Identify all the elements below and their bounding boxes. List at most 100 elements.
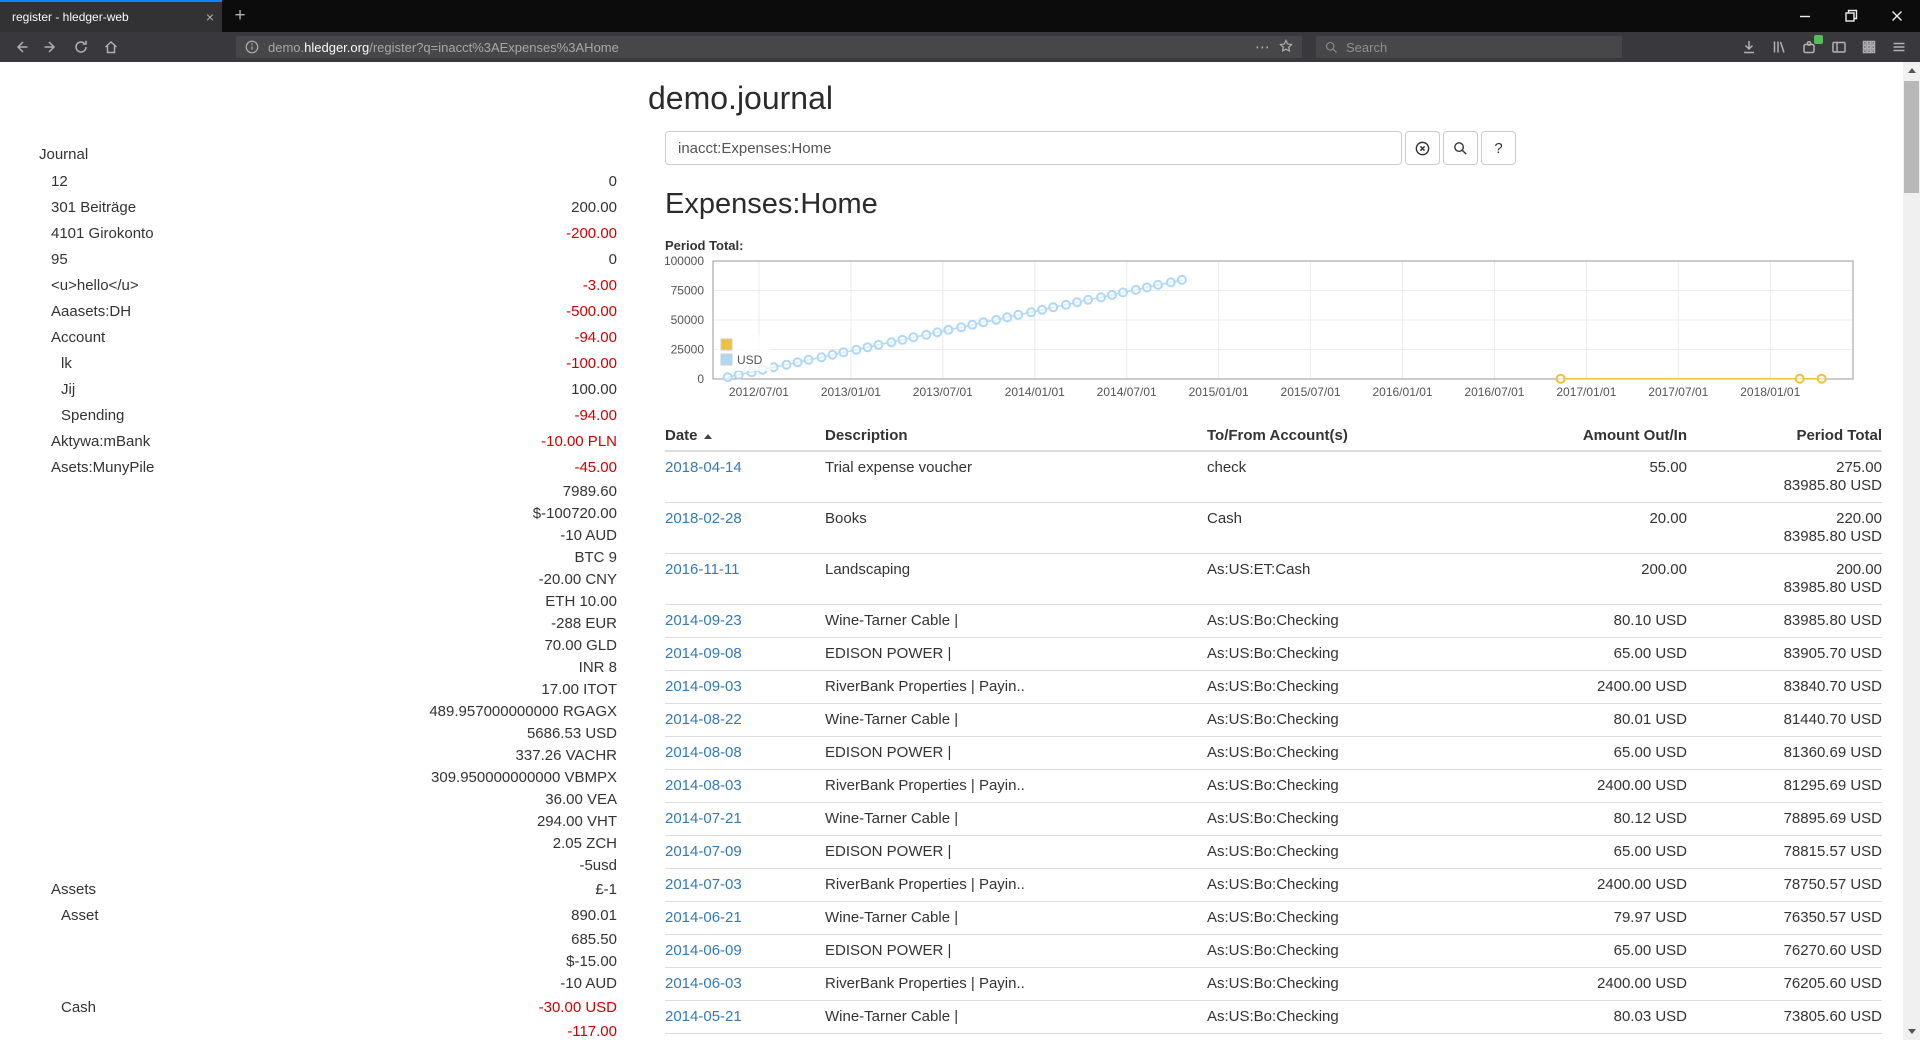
page-scrollbar[interactable]	[1903, 62, 1920, 1040]
transaction-date-link[interactable]: 2014-09-08	[665, 645, 742, 662]
browser-search-box[interactable]: Search	[1316, 36, 1622, 58]
search-icon	[1452, 140, 1469, 157]
transaction-date-link[interactable]: 2014-07-21	[665, 810, 742, 827]
menu-icon[interactable]	[1884, 34, 1914, 60]
sidebar-account-list: 120301 Beiträge200.004101 Girokonto-200.…	[37, 168, 617, 1040]
transaction-date-link[interactable]: 2014-08-08	[665, 744, 742, 761]
back-button[interactable]	[6, 34, 36, 60]
clear-query-button[interactable]	[1405, 131, 1440, 165]
sidebar-toggle-icon[interactable]	[1824, 34, 1854, 60]
account-balance: 337.26 VACHR	[516, 747, 617, 764]
search-button[interactable]	[1443, 131, 1478, 165]
scrollbar-up-arrow[interactable]	[1903, 62, 1920, 79]
table-column-header: Amount Out/In	[1507, 421, 1687, 451]
account-link[interactable]: 95	[37, 251, 68, 268]
svg-text:75000: 75000	[671, 284, 705, 298]
transaction-date-link[interactable]: 2018-02-28	[665, 510, 742, 527]
extension-icon[interactable]	[1794, 34, 1824, 60]
sidebar-item-journal[interactable]: Journal	[39, 140, 617, 168]
new-tab-button[interactable]: +	[222, 0, 258, 32]
transaction-date-link[interactable]: 2014-07-03	[665, 876, 742, 893]
account-link[interactable]: Jij	[37, 381, 75, 398]
transaction-description: Trial expense voucher	[825, 451, 1207, 503]
bookmark-star-icon[interactable]	[1278, 38, 1294, 57]
minimize-button[interactable]	[1782, 0, 1828, 32]
transaction-period-total: 73725.57 USD	[1687, 1034, 1882, 1040]
account-balance: ETH 10.00	[545, 593, 617, 610]
svg-text:50000: 50000	[671, 313, 705, 327]
browser-tab[interactable]: register - hledger-web ×	[0, 0, 222, 32]
transaction-date-link[interactable]: 2014-07-09	[665, 843, 742, 860]
account-link[interactable]: Aaasets:DH	[37, 303, 131, 320]
close-window-button[interactable]	[1874, 0, 1920, 32]
account-link[interactable]: Spending	[37, 407, 124, 424]
transaction-date-cell: 2014-08-03	[665, 770, 825, 803]
library-icon[interactable]	[1764, 34, 1794, 60]
transaction-date-link[interactable]: 2014-08-03	[665, 777, 742, 794]
account-link[interactable]: 301 Beiträge	[37, 199, 136, 216]
transaction-description: RiverBank Properties | Payin..	[825, 968, 1207, 1001]
account-link[interactable]: Asset	[37, 907, 99, 924]
transaction-date-link[interactable]: 2014-05-21	[665, 1008, 742, 1025]
toolbar-right-icons	[1734, 34, 1914, 60]
scrollbar-thumb[interactable]	[1904, 81, 1919, 193]
period-total-line: 76205.60 USD	[1687, 975, 1882, 993]
table-column-header[interactable]: Date	[665, 421, 825, 451]
scrollbar-down-arrow[interactable]	[1903, 1023, 1920, 1040]
svg-text:2016/07/01: 2016/07/01	[1464, 385, 1524, 399]
svg-text:USD: USD	[737, 353, 763, 367]
account-link[interactable]: Account	[37, 329, 105, 346]
help-button[interactable]: ?	[1481, 131, 1516, 165]
account-link[interactable]: Assets	[37, 881, 96, 898]
account-link[interactable]: 12	[37, 173, 68, 190]
transaction-amount: 200.00	[1507, 554, 1687, 605]
reload-button[interactable]	[66, 34, 96, 60]
account-balance: 309.950000000000 VBMPX	[431, 769, 617, 786]
transaction-date-link[interactable]: 2014-06-03	[665, 975, 742, 992]
tab-close-icon[interactable]: ×	[206, 9, 214, 25]
sidebar-account-row: <u>hello</u>-3.00	[37, 272, 617, 298]
restore-button[interactable]	[1828, 0, 1874, 32]
account-link[interactable]: 4101 Girokonto	[37, 225, 154, 242]
register-row: 2014-08-08EDISON POWER |As:US:Bo:Checkin…	[665, 737, 1882, 770]
transaction-date-link[interactable]: 2018-04-14	[665, 459, 742, 476]
account-link[interactable]: lk	[37, 355, 72, 372]
transaction-date-link[interactable]: 2014-09-23	[665, 612, 742, 629]
forward-button[interactable]	[36, 34, 66, 60]
apps-grid-icon[interactable]	[1854, 34, 1884, 60]
transaction-amount: 79.97 USD	[1507, 902, 1687, 935]
register-table: DateDescriptionTo/From Account(s)Amount …	[665, 421, 1882, 1040]
transaction-date-link[interactable]: 2014-09-03	[665, 678, 742, 695]
transaction-date-cell: 2014-09-03	[665, 671, 825, 704]
account-link[interactable]: Aktywa:mBank	[37, 433, 150, 450]
account-balance: 36.00 VEA	[545, 791, 617, 808]
register-table-body: 2018-04-14Trial expense vouchercheck55.0…	[665, 451, 1882, 1040]
transaction-date-link[interactable]: 2016-11-11	[665, 561, 740, 578]
transaction-period-total: 78750.57 USD	[1687, 869, 1882, 902]
tab-title: register - hledger-web	[12, 10, 198, 24]
page-actions-icon[interactable]: ⋯	[1255, 38, 1270, 56]
site-info-icon[interactable]	[244, 39, 260, 55]
account-balance: $-15.00	[566, 953, 617, 970]
downloads-icon[interactable]	[1734, 34, 1764, 60]
transaction-date-link[interactable]: 2014-06-21	[665, 909, 742, 926]
register-table-header-row: DateDescriptionTo/From Account(s)Amount …	[665, 421, 1882, 451]
transaction-date-cell: 2014-06-21	[665, 902, 825, 935]
period-total-line: 83840.70 USD	[1687, 678, 1882, 696]
home-button[interactable]	[96, 34, 126, 60]
transaction-date-link[interactable]: 2014-08-22	[665, 711, 742, 728]
account-link[interactable]: Asets:MunyPile	[37, 459, 154, 476]
transaction-date-link[interactable]: 2014-06-09	[665, 942, 742, 959]
transaction-description: Wine-Tarner Cable |	[825, 803, 1207, 836]
transaction-period-total: 220.0083985.80 USD	[1687, 503, 1882, 554]
url-bar[interactable]: demo.hledger.org/register?q=inacct%3AExp…	[236, 36, 1302, 58]
query-input[interactable]	[665, 131, 1402, 165]
account-link[interactable]: Cash	[37, 999, 96, 1016]
account-balance: -30.00 USD	[539, 999, 617, 1016]
transaction-description: RiverBank Properties | Payin..	[825, 869, 1207, 902]
account-link[interactable]: <u>hello</u>	[37, 277, 139, 294]
transaction-amount: 55.00	[1507, 451, 1687, 503]
svg-text:2018/01/01: 2018/01/01	[1740, 385, 1800, 399]
transaction-account: As:US:Bo:Checking	[1207, 605, 1507, 638]
transaction-period-total: 76270.60 USD	[1687, 935, 1882, 968]
